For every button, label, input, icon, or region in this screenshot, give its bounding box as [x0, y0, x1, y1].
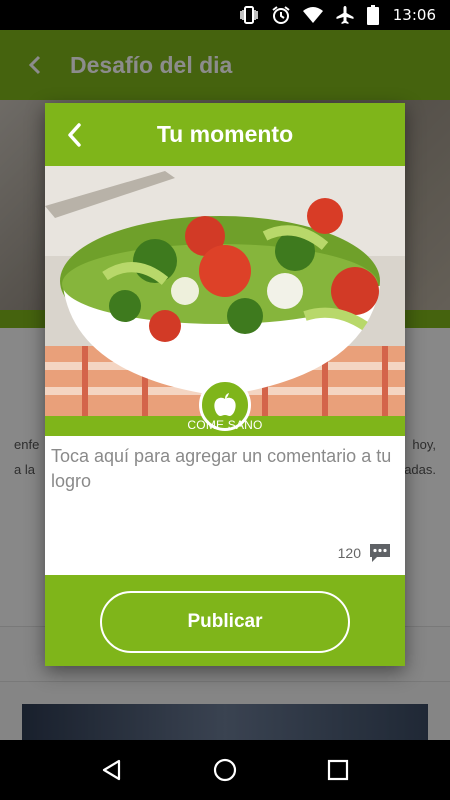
- apple-icon: [214, 393, 236, 416]
- wifi-icon: [302, 7, 323, 23]
- char-counter: 120: [337, 545, 361, 561]
- badge-label: COME SANO: [187, 418, 263, 432]
- back-icon: [102, 759, 120, 781]
- nav-back-button[interactable]: [88, 746, 136, 794]
- nav-recents-button[interactable]: [314, 746, 362, 794]
- battery-icon: [366, 5, 379, 25]
- vibrate-icon: [239, 6, 259, 24]
- navigation-bar: [0, 740, 450, 800]
- airplane-mode-icon: [335, 5, 355, 25]
- publish-button[interactable]: Publicar: [100, 591, 350, 653]
- dialog-header: Tu momento: [45, 103, 405, 166]
- home-icon: [213, 758, 237, 782]
- status-time: 13:06: [392, 6, 436, 24]
- recents-icon: [328, 759, 349, 781]
- dialog-footer: Publicar: [45, 575, 405, 666]
- dialog-back-button[interactable]: [55, 115, 95, 155]
- nav-home-button[interactable]: [201, 746, 249, 794]
- comment-bubble-icon: [370, 544, 390, 562]
- alarm-icon: [271, 5, 291, 25]
- chevron-left-icon: [68, 123, 81, 147]
- comment-area: 120: [45, 436, 405, 575]
- share-moment-dialog: Tu momento COME SANO Toca aquí para agre…: [45, 103, 405, 666]
- status-bar: 13:06: [0, 0, 450, 30]
- comment-input[interactable]: [51, 444, 401, 539]
- dialog-title: Tu momento: [156, 121, 294, 147]
